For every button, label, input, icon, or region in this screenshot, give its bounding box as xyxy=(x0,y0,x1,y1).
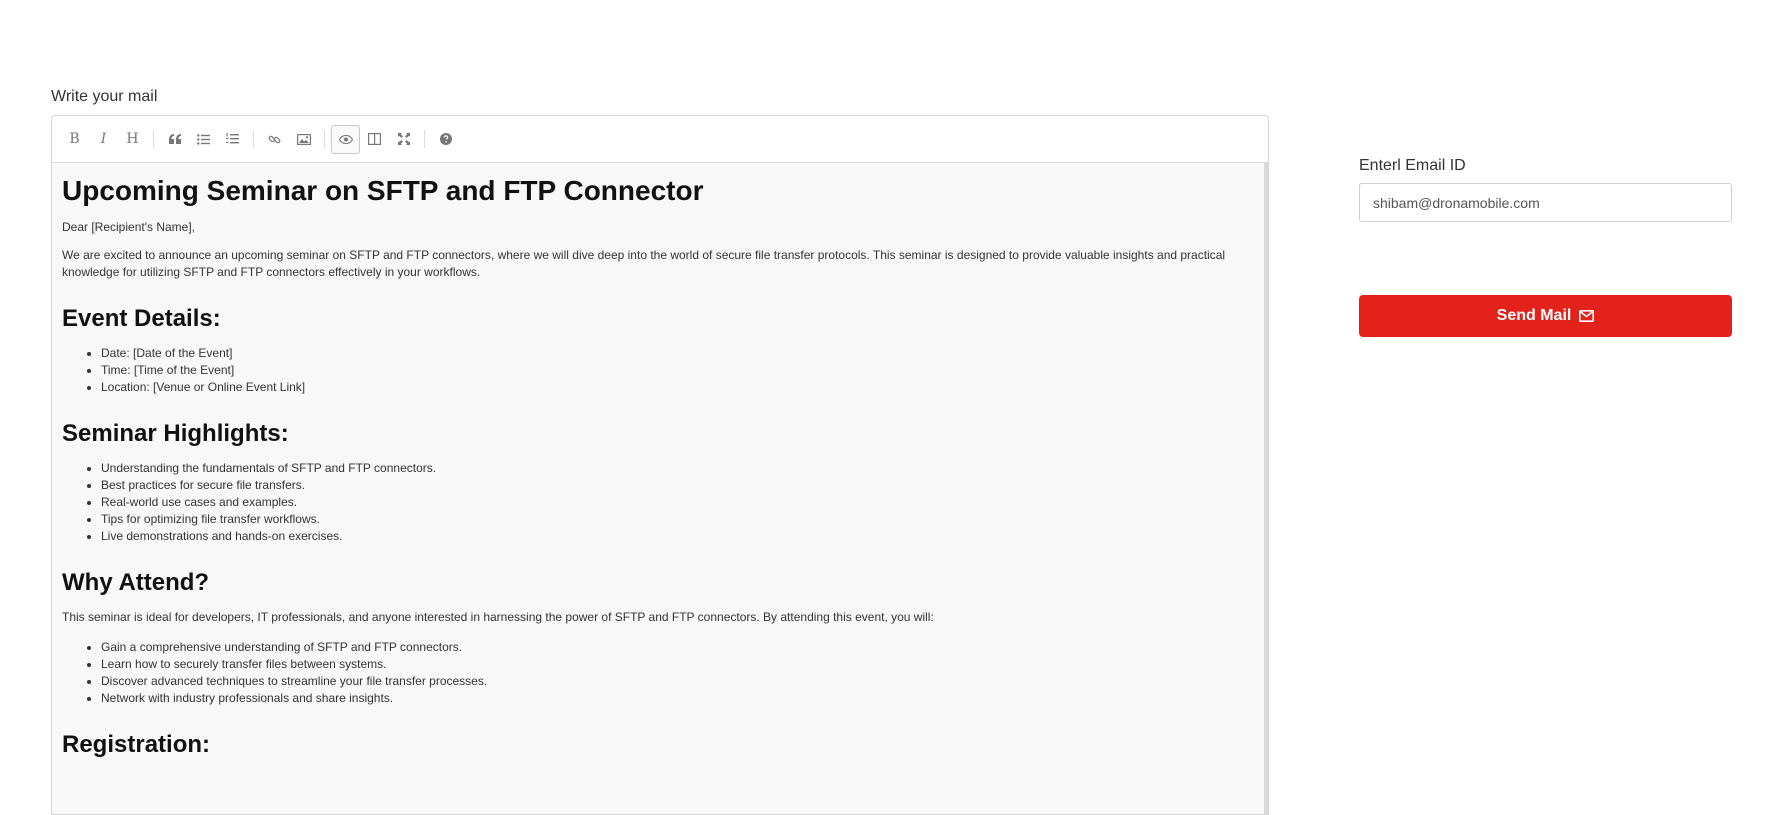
list-item: Live demonstrations and hands-on exercis… xyxy=(101,528,1254,545)
registration-heading: Registration: xyxy=(62,731,211,758)
italic-button[interactable]: I xyxy=(89,125,118,154)
send-mail-label: Send Mail xyxy=(1496,307,1572,324)
ordered-list-icon xyxy=(226,133,239,144)
editor-preview[interactable]: Upcoming Seminar on SFTP and FTP Connect… xyxy=(52,163,1268,814)
list-item: Understanding the fundamentals of SFTP a… xyxy=(101,460,1254,477)
send-mail-button[interactable]: Send Mail xyxy=(1359,295,1732,337)
side-by-side-button[interactable] xyxy=(360,125,389,154)
preview-button[interactable] xyxy=(331,124,360,154)
toolbar-separator xyxy=(153,130,154,148)
italic-icon: I xyxy=(100,131,107,147)
highlights-list: Understanding the fundamentals of SFTP a… xyxy=(62,460,1254,545)
list-item: Gain a comprehensive understanding of SF… xyxy=(101,639,1254,656)
highlights-heading: Seminar Highlights: xyxy=(62,420,289,447)
toolbar-separator xyxy=(253,130,254,148)
toolbar-separator xyxy=(324,130,325,148)
bold-button[interactable]: B xyxy=(60,125,89,154)
fullscreen-button[interactable] xyxy=(389,125,418,154)
email-field[interactable] xyxy=(1359,183,1732,222)
bold-icon: B xyxy=(69,131,80,147)
toolbar-separator xyxy=(424,130,425,148)
ordered-list-button[interactable] xyxy=(218,125,247,154)
list-item: Location: [Venue or Online Event Link] xyxy=(101,379,1254,396)
editor-toolbar: B I H xyxy=(52,116,1268,163)
fullscreen-icon xyxy=(397,133,410,145)
list-item: Best practices for secure file transfers… xyxy=(101,477,1254,494)
eye-icon xyxy=(338,134,353,144)
heading-button[interactable]: H xyxy=(118,125,147,154)
event-details-heading: Event Details: xyxy=(62,305,221,332)
markdown-editor: B I H Upcoming Seminar on SFTP and FTP C… xyxy=(51,115,1269,815)
columns-icon xyxy=(368,133,381,145)
question-circle-icon xyxy=(439,133,452,145)
mail-greeting: Dear [Recipient's Name], xyxy=(62,220,196,234)
list-item: Network with industry professionals and … xyxy=(101,690,1254,707)
editor-label: Write your mail xyxy=(51,88,158,105)
envelope-icon xyxy=(1579,310,1595,322)
why-attend-text: This seminar is ideal for developers, IT… xyxy=(62,610,934,624)
heading-icon: H xyxy=(126,131,139,147)
list-item: Learn how to securely transfer files bet… xyxy=(101,656,1254,673)
why-attend-heading: Why Attend? xyxy=(62,569,210,596)
list-item: Tips for optimizing file transfer workfl… xyxy=(101,511,1254,528)
unordered-list-icon xyxy=(197,133,210,145)
image-button[interactable] xyxy=(289,125,318,154)
unordered-list-button[interactable] xyxy=(189,125,218,154)
link-button[interactable] xyxy=(260,125,289,154)
list-item: Date: [Date of the Event] xyxy=(101,345,1254,362)
quote-button[interactable] xyxy=(160,125,189,154)
mail-title: Upcoming Seminar on SFTP and FTP Connect… xyxy=(62,175,704,206)
mail-intro: We are excited to announce an upcoming s… xyxy=(62,248,1226,279)
event-details-list: Date: [Date of the Event] Time: [Time of… xyxy=(62,345,1254,396)
list-item: Time: [Time of the Event] xyxy=(101,362,1254,379)
list-item: Discover advanced techniques to streamli… xyxy=(101,673,1254,690)
email-label: Enterl Email ID xyxy=(1359,157,1466,174)
list-item: Real-world use cases and examples. xyxy=(101,494,1254,511)
link-icon xyxy=(268,135,281,143)
help-button[interactable] xyxy=(431,125,460,154)
quote-icon xyxy=(168,134,181,144)
why-attend-list: Gain a comprehensive understanding of SF… xyxy=(62,639,1254,707)
image-icon xyxy=(296,133,311,145)
